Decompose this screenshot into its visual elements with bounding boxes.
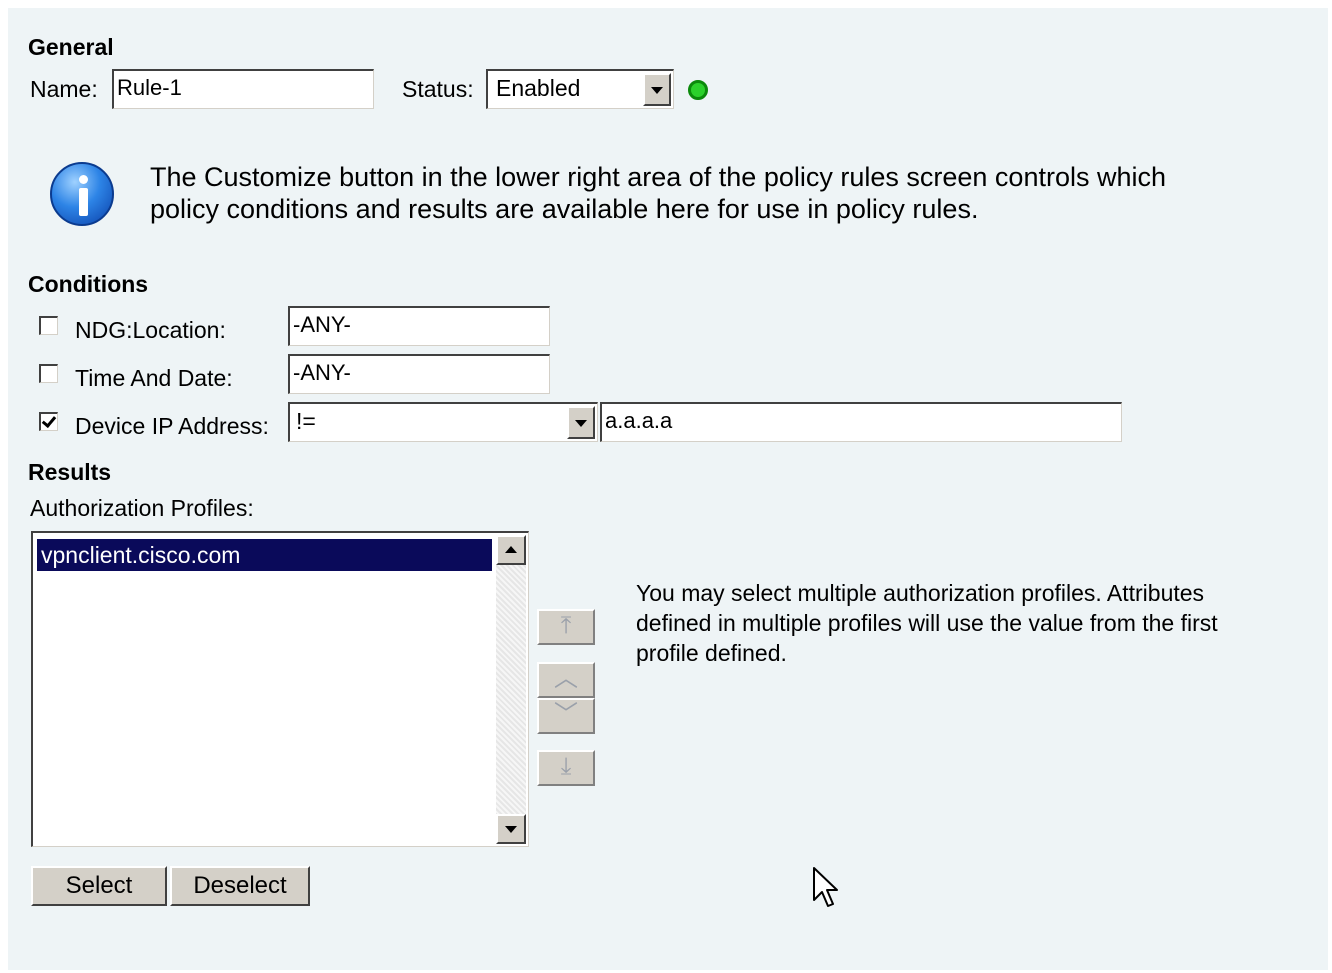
profiles-note-line1: You may select multiple authorization pr… — [636, 580, 1205, 606]
profiles-note: You may select multiple authorization pr… — [636, 578, 1218, 668]
chevron-down-icon[interactable] — [643, 73, 671, 106]
authorization-profiles-list[interactable]: vpnclient.cisco.com — [31, 531, 529, 847]
scroll-up-icon[interactable] — [496, 535, 526, 565]
status-select[interactable]: Enabled — [486, 69, 674, 109]
list-scrollbar[interactable] — [496, 535, 526, 844]
status-select-value: Enabled — [496, 75, 581, 101]
deselect-button[interactable]: Deselect — [170, 866, 310, 906]
device-ip-checkbox[interactable] — [39, 412, 58, 431]
list-item[interactable]: vpnclient.cisco.com — [37, 539, 492, 571]
device-ip-operator-select[interactable]: != — [288, 402, 598, 442]
info-message-line1: The Customize button in the lower right … — [150, 162, 1166, 192]
chevron-down-icon: ﹀ — [554, 701, 578, 728]
chevron-up-icon: ︿ — [554, 665, 578, 692]
time-and-date-input[interactable]: -ANY- — [288, 354, 550, 394]
info-icon — [50, 162, 114, 226]
mouse-cursor-icon — [813, 867, 838, 907]
info-message-line2: policy conditions and results are availa… — [150, 194, 979, 224]
time-and-date-label: Time And Date: — [75, 365, 233, 391]
authorization-profiles-label: Authorization Profiles: — [30, 495, 254, 521]
device-ip-operator-value: != — [296, 408, 316, 434]
profiles-note-line3: profile defined. — [636, 640, 787, 666]
move-top-button[interactable]: ⤒ — [537, 609, 595, 645]
conditions-heading: Conditions — [28, 271, 149, 297]
results-heading: Results — [28, 459, 112, 485]
move-bottom-button[interactable]: ⤓ — [537, 750, 595, 786]
name-input[interactable]: Rule-1 — [112, 69, 374, 109]
move-bottom-icon: ⤓ — [560, 753, 572, 780]
chevron-down-icon[interactable] — [567, 406, 595, 439]
ndg-location-checkbox[interactable] — [39, 316, 58, 335]
ndg-location-input[interactable]: -ANY- — [288, 306, 550, 346]
status-enabled-icon — [688, 80, 708, 100]
device-ip-label: Device IP Address: — [75, 413, 269, 439]
select-button[interactable]: Select — [31, 866, 167, 906]
info-message: The Customize button in the lower right … — [150, 161, 1166, 225]
profiles-note-line2: defined in multiple profiles will use th… — [636, 610, 1218, 636]
general-heading: General — [28, 34, 114, 60]
device-ip-value-input[interactable]: a.a.a.a — [600, 402, 1122, 442]
status-label: Status: — [402, 76, 474, 102]
move-up-button[interactable]: ︿ — [537, 662, 595, 698]
move-down-button[interactable]: ﹀ — [537, 698, 595, 734]
time-and-date-checkbox[interactable] — [39, 364, 58, 383]
name-label: Name: — [30, 76, 98, 102]
scroll-down-icon[interactable] — [496, 814, 526, 844]
ndg-location-label: NDG:Location: — [75, 317, 226, 343]
move-top-icon: ⤒ — [560, 612, 572, 639]
